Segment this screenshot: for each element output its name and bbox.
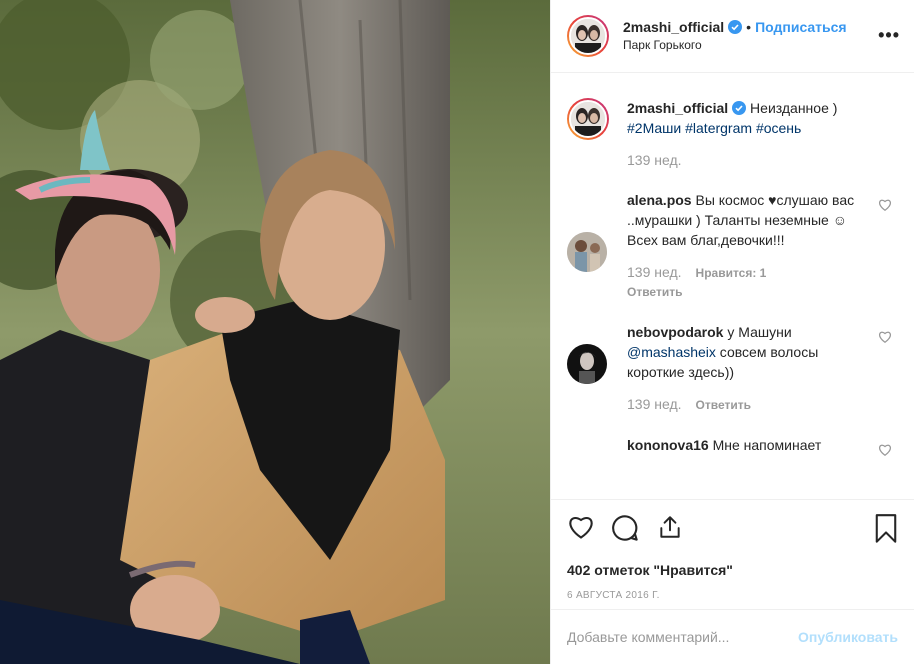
bookmark-icon[interactable] (874, 514, 898, 547)
add-comment-bar: Добавьте комментарий... Опубликовать (551, 609, 914, 664)
reply-button[interactable]: Ответить (627, 285, 682, 299)
caption-time[interactable]: 139 нед. (627, 152, 874, 168)
photo-image (0, 0, 550, 664)
small-heart-icon[interactable] (878, 330, 892, 344)
caption-username[interactable]: 2mashi_official (627, 100, 728, 116)
commenter-avatar-image (567, 344, 607, 384)
likes-count[interactable]: 402 отметок "Нравится" (567, 562, 898, 578)
smile-emoji: ☺ (832, 212, 848, 228)
comment-item: kononova16 Мне напоминает (567, 435, 898, 457)
comment-likes[interactable]: Нравится: 1 (696, 266, 767, 280)
comment-bubble-icon[interactable] (611, 514, 639, 545)
author-avatar[interactable] (567, 15, 609, 57)
caption-author-avatar[interactable] (567, 98, 609, 140)
separator-dot: • (746, 19, 752, 35)
post-location[interactable]: Парк Горького (623, 36, 847, 54)
post-date[interactable]: 6 АВГУСТА 2016 Г. (567, 590, 898, 601)
comment-text: у Машуни (727, 324, 792, 340)
comment-item: nebovpodarok у Машуни @mashasheix совсем… (567, 322, 898, 413)
small-heart-icon[interactable] (878, 443, 892, 457)
comment-username[interactable]: kononova16 (627, 437, 709, 453)
author-avatar-image (571, 19, 605, 53)
comment-input[interactable]: Добавьте комментарий... (567, 629, 798, 645)
follow-button[interactable]: Подписаться (755, 19, 847, 35)
commenter-avatar-image (567, 232, 607, 272)
more-options-icon[interactable]: ••• (878, 26, 900, 44)
mention-link[interactable]: @mashasheix (627, 344, 716, 360)
comment-username[interactable]: alena.pos (627, 192, 692, 208)
comment-text: Вы космос (695, 192, 769, 208)
comment-time[interactable]: 139 нед. (627, 396, 682, 412)
post-photo[interactable] (0, 0, 550, 664)
share-icon[interactable] (657, 514, 683, 543)
comment-username[interactable]: nebovpodarok (627, 324, 723, 340)
post-modal: 2mashi_official • Подписаться Парк Горьког… (0, 0, 914, 664)
caption: 2mashi_official Неизданное ) #2Маши #lat… (567, 98, 898, 168)
caption-text: Неизданное ) (750, 100, 838, 116)
verified-badge-icon (728, 20, 743, 34)
reply-button[interactable]: Ответить (696, 398, 751, 412)
comment-time[interactable]: 139 нед. (627, 264, 682, 280)
publish-button[interactable]: Опубликовать (798, 629, 898, 645)
comment-item: alena.pos Вы космос ♥слушаю вас ..мурашк… (567, 190, 898, 300)
author-username[interactable]: 2mashi_official (623, 19, 724, 35)
comment-text: Мне напоминает (712, 437, 822, 453)
commenter-avatar[interactable] (567, 232, 607, 272)
heart-icon[interactable] (567, 514, 595, 543)
comment-text: Всех вам благ,девочки!!! (627, 232, 785, 248)
commenter-avatar[interactable] (567, 344, 607, 384)
post-header: 2mashi_official • Подписаться Парк Горьког… (551, 0, 914, 73)
hashtag-link[interactable]: #latergram (685, 120, 752, 136)
caption-avatar-image (571, 102, 605, 136)
hashtag-link[interactable]: #2Маши (627, 120, 681, 136)
post-actions: 402 отметок "Нравится" 6 АВГУСТА 2016 Г. (551, 499, 914, 617)
verified-badge-icon (732, 100, 747, 115)
comments-list[interactable]: 2mashi_official Неизданное ) #2Маши #lat… (551, 74, 914, 499)
post-sidebar: 2mashi_official • Подписаться Парк Горьког… (550, 0, 914, 664)
hashtag-link[interactable]: #осень (756, 120, 801, 136)
small-heart-icon[interactable] (878, 198, 892, 212)
